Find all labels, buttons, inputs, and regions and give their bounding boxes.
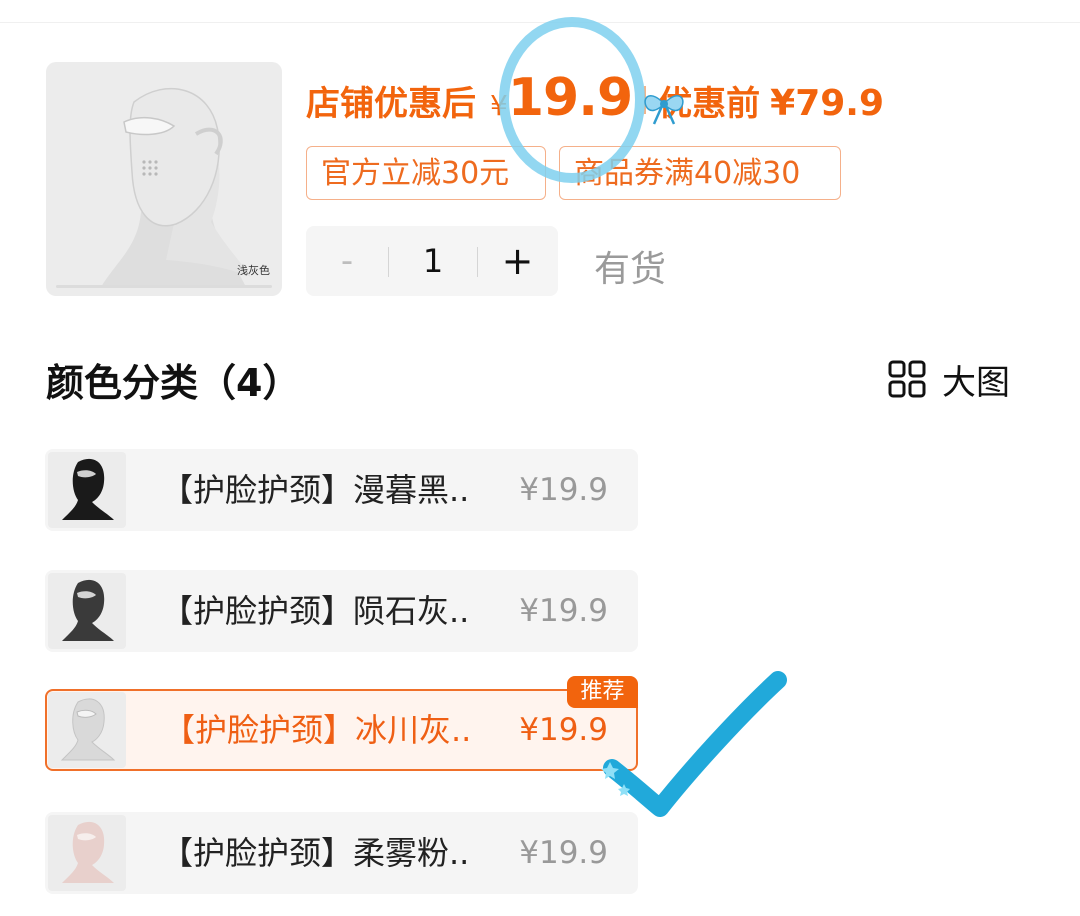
option-thumbnail [48,573,126,649]
currency-symbol: ¥ [490,89,508,122]
large-view-toggle[interactable]: 大图 [888,356,1010,403]
grid-icon [888,360,926,398]
option-thumbnail [48,452,126,528]
option-thumbnail [48,815,126,891]
coupon-tag-voucher: 商品券满40减30 [559,146,841,200]
original-price-label: 优惠前 [658,84,761,124]
price-row: 店铺优惠后 ¥ 19.9 优惠前 ¥79.9 [306,68,884,132]
color-option[interactable]: 【护脸护颈】漫暮黑.. ¥19.9 [45,449,638,531]
large-view-label: 大图 [942,362,1010,403]
coupon-tag-discount: 官方立减30元 [306,146,546,200]
mask-illustration [101,87,251,287]
thumbnail-indicator [56,285,272,288]
price-separator [644,86,647,114]
thumbnail-caption: 浅灰色 [237,264,270,277]
option-name: 【护脸护颈】柔雾粉.. [161,834,470,872]
color-category-title: 颜色分类（4） [46,361,301,405]
discounted-price: 19.9 [507,68,633,128]
option-name: 【护脸护颈】冰川灰.. [163,711,472,749]
product-thumbnail[interactable]: 浅灰色 [46,62,282,296]
increase-button[interactable]: + [477,226,558,296]
color-option-selected[interactable]: 【护脸护颈】冰川灰.. ¥19.9 [45,689,638,771]
color-option[interactable]: 【护脸护颈】陨石灰.. ¥19.9 [45,570,638,652]
decrease-button[interactable]: - [306,226,388,296]
quantity-value[interactable]: 1 [389,226,477,296]
color-option[interactable]: 【护脸护颈】柔雾粉.. ¥19.9 [45,812,638,894]
quantity-stepper: - 1 + [306,226,558,296]
recommended-badge: 推荐 [567,676,638,708]
price-label: 店铺优惠后 [306,84,476,124]
top-divider [0,22,1080,23]
option-price: ¥19.9 [519,593,608,629]
stock-status: 有货 [594,249,667,290]
option-name: 【护脸护颈】陨石灰.. [161,592,470,630]
option-price: ¥19.9 [519,472,608,508]
option-name: 【护脸护颈】漫暮黑.. [161,471,470,509]
option-price: ¥19.9 [519,835,608,871]
option-thumbnail [48,692,126,768]
original-price: ¥79.9 [770,83,885,124]
